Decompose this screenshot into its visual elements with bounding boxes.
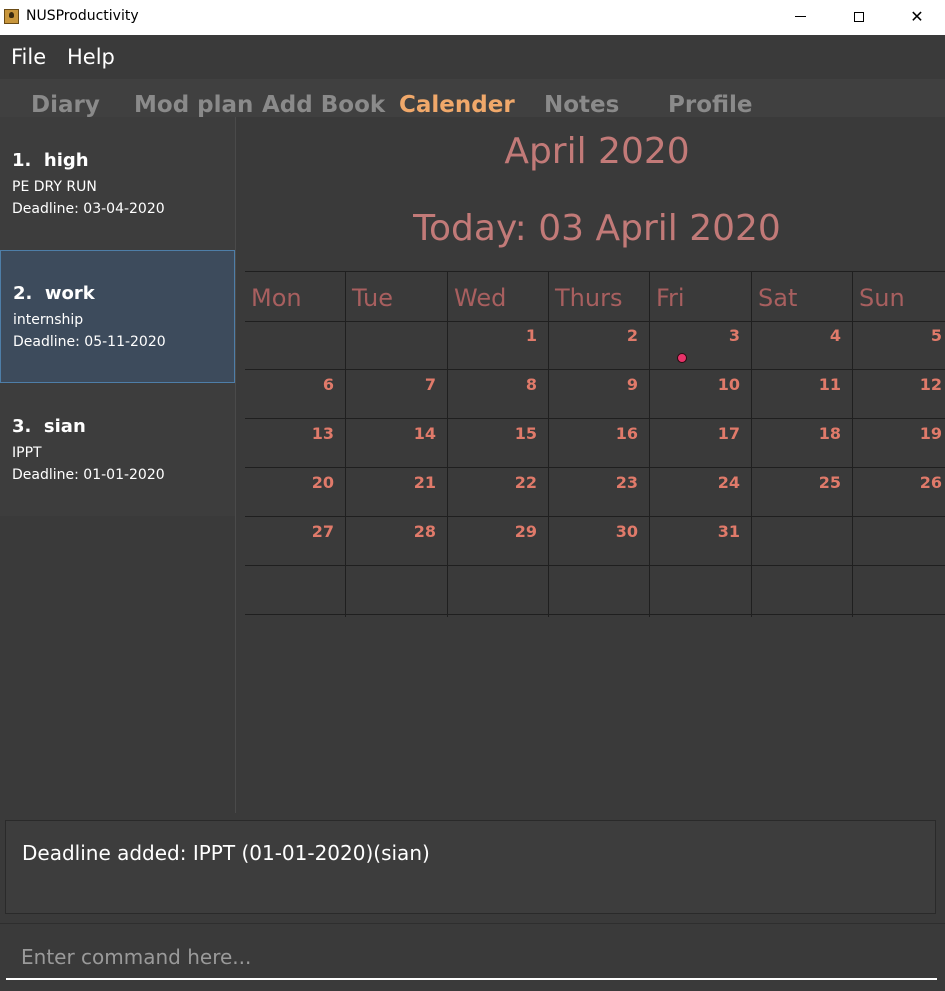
maximize-icon xyxy=(854,11,864,22)
menu-file[interactable]: File xyxy=(11,45,46,69)
tab-calender[interactable]: Calender xyxy=(399,92,515,117)
calendar-day[interactable]: 15 xyxy=(497,424,537,443)
tab-mod-plan[interactable]: Mod plan xyxy=(134,92,253,117)
tab-diary[interactable]: Diary xyxy=(31,92,100,117)
calendar-day[interactable]: 6 xyxy=(294,375,334,394)
calendar-day[interactable]: 8 xyxy=(497,375,537,394)
grid-line xyxy=(245,516,945,517)
maximize-button[interactable] xyxy=(830,0,888,33)
calendar-day[interactable]: 4 xyxy=(801,326,841,345)
calendar-day[interactable]: 31 xyxy=(700,522,740,541)
grid-line xyxy=(245,369,945,370)
calendar-day[interactable]: 5 xyxy=(902,326,942,345)
result-display: Deadline added: IPPT (01-01-2020)(sian) xyxy=(5,820,936,914)
minimize-button[interactable] xyxy=(771,0,829,33)
menu-bar: File Help xyxy=(0,35,945,79)
tab-bar: Diary Mod plan Add Book Calender Notes P… xyxy=(0,79,945,117)
grid-line xyxy=(345,271,346,617)
calendar-day[interactable]: 28 xyxy=(396,522,436,541)
tab-profile[interactable]: Profile xyxy=(668,92,753,117)
calendar-day[interactable]: 21 xyxy=(396,473,436,492)
calendar-day[interactable]: 7 xyxy=(396,375,436,394)
calendar-day[interactable]: 23 xyxy=(598,473,638,492)
grid-line xyxy=(245,418,945,419)
deadline-card-selected[interactable]: 2. work internship Deadline: 05-11-2020 xyxy=(0,250,235,383)
menu-help[interactable]: Help xyxy=(67,45,115,69)
deadline-title: 2. work xyxy=(13,283,95,304)
title-bar: NUSProductivity ✕ xyxy=(0,0,945,35)
deadline-date: Deadline: 05-11-2020 xyxy=(13,334,166,350)
grid-line xyxy=(245,467,945,468)
calendar-day[interactable]: 12 xyxy=(902,375,942,394)
grid-line xyxy=(751,271,752,617)
result-area: Deadline added: IPPT (01-01-2020)(sian) xyxy=(0,813,945,923)
deadline-description: internship xyxy=(13,312,84,328)
app-icon xyxy=(4,9,19,24)
grid-line xyxy=(548,271,549,617)
event-dot-icon xyxy=(677,353,687,363)
day-header: Tue xyxy=(352,284,393,312)
day-header: Mon xyxy=(251,284,302,312)
deadline-card[interactable]: 3. sian IPPT Deadline: 01-01-2020 xyxy=(0,383,235,516)
today-title: Today: 03 April 2020 xyxy=(413,208,781,249)
tab-notes[interactable]: Notes xyxy=(544,92,619,117)
minimize-icon xyxy=(794,16,806,17)
calendar-day[interactable]: 20 xyxy=(294,473,334,492)
calendar-day[interactable]: 3 xyxy=(700,326,740,345)
calendar-day[interactable]: 24 xyxy=(700,473,740,492)
day-header: Thurs xyxy=(555,284,623,312)
day-header: Sat xyxy=(758,284,798,312)
grid-line xyxy=(245,271,945,272)
calendar-day[interactable]: 2 xyxy=(598,326,638,345)
calendar-day[interactable]: 9 xyxy=(598,375,638,394)
calendar-day[interactable]: 16 xyxy=(598,424,638,443)
calendar-day[interactable]: 13 xyxy=(294,424,334,443)
deadline-card[interactable]: 1. high PE DRY RUN Deadline: 03-04-2020 xyxy=(0,117,235,250)
deadline-date: Deadline: 01-01-2020 xyxy=(12,467,165,483)
close-icon: ✕ xyxy=(910,7,924,26)
grid-line xyxy=(245,321,945,322)
day-header: Sun xyxy=(859,284,905,312)
grid-line xyxy=(649,271,650,617)
calendar-grid: Mon Tue Wed Thurs Fri Sat Sun 1 2 3 4 5 6 7 8 9 10 11 12 13… xyxy=(245,271,945,617)
deadline-date: Deadline: 03-04-2020 xyxy=(12,201,165,217)
calendar-panel: April 2020 Today: 03 April 2020 Mon Tue We… xyxy=(237,117,945,813)
close-button[interactable]: ✕ xyxy=(888,0,945,33)
grid-line xyxy=(852,271,853,617)
calendar-day[interactable]: 30 xyxy=(598,522,638,541)
calendar-day[interactable]: 29 xyxy=(497,522,537,541)
calendar-day[interactable]: 14 xyxy=(396,424,436,443)
deadline-description: IPPT xyxy=(12,445,42,461)
calendar-day[interactable]: 22 xyxy=(497,473,537,492)
deadline-title: 3. sian xyxy=(12,416,86,437)
deadline-title: 1. high xyxy=(12,150,89,171)
command-area xyxy=(0,923,945,991)
deadline-list[interactable]: 1. high PE DRY RUN Deadline: 03-04-2020 … xyxy=(0,117,236,813)
calendar-day[interactable]: 17 xyxy=(700,424,740,443)
calendar-day[interactable]: 10 xyxy=(700,375,740,394)
calendar-day[interactable]: 26 xyxy=(902,473,942,492)
window-title: NUSProductivity xyxy=(26,8,139,24)
tab-add-book[interactable]: Add Book xyxy=(262,92,385,117)
command-input[interactable] xyxy=(6,936,937,980)
day-header: Fri xyxy=(656,284,685,312)
calendar-day[interactable]: 11 xyxy=(801,375,841,394)
day-header: Wed xyxy=(454,284,507,312)
grid-line xyxy=(245,614,945,615)
month-title: April 2020 xyxy=(504,131,690,172)
grid-line xyxy=(447,271,448,617)
calendar-day[interactable]: 1 xyxy=(497,326,537,345)
deadline-description: PE DRY RUN xyxy=(12,179,97,195)
calendar-day[interactable]: 19 xyxy=(902,424,942,443)
calendar-day[interactable]: 25 xyxy=(801,473,841,492)
result-text: Deadline added: IPPT (01-01-2020)(sian) xyxy=(22,841,430,865)
grid-line xyxy=(245,565,945,566)
calendar-day[interactable]: 18 xyxy=(801,424,841,443)
calendar-day[interactable]: 27 xyxy=(294,522,334,541)
